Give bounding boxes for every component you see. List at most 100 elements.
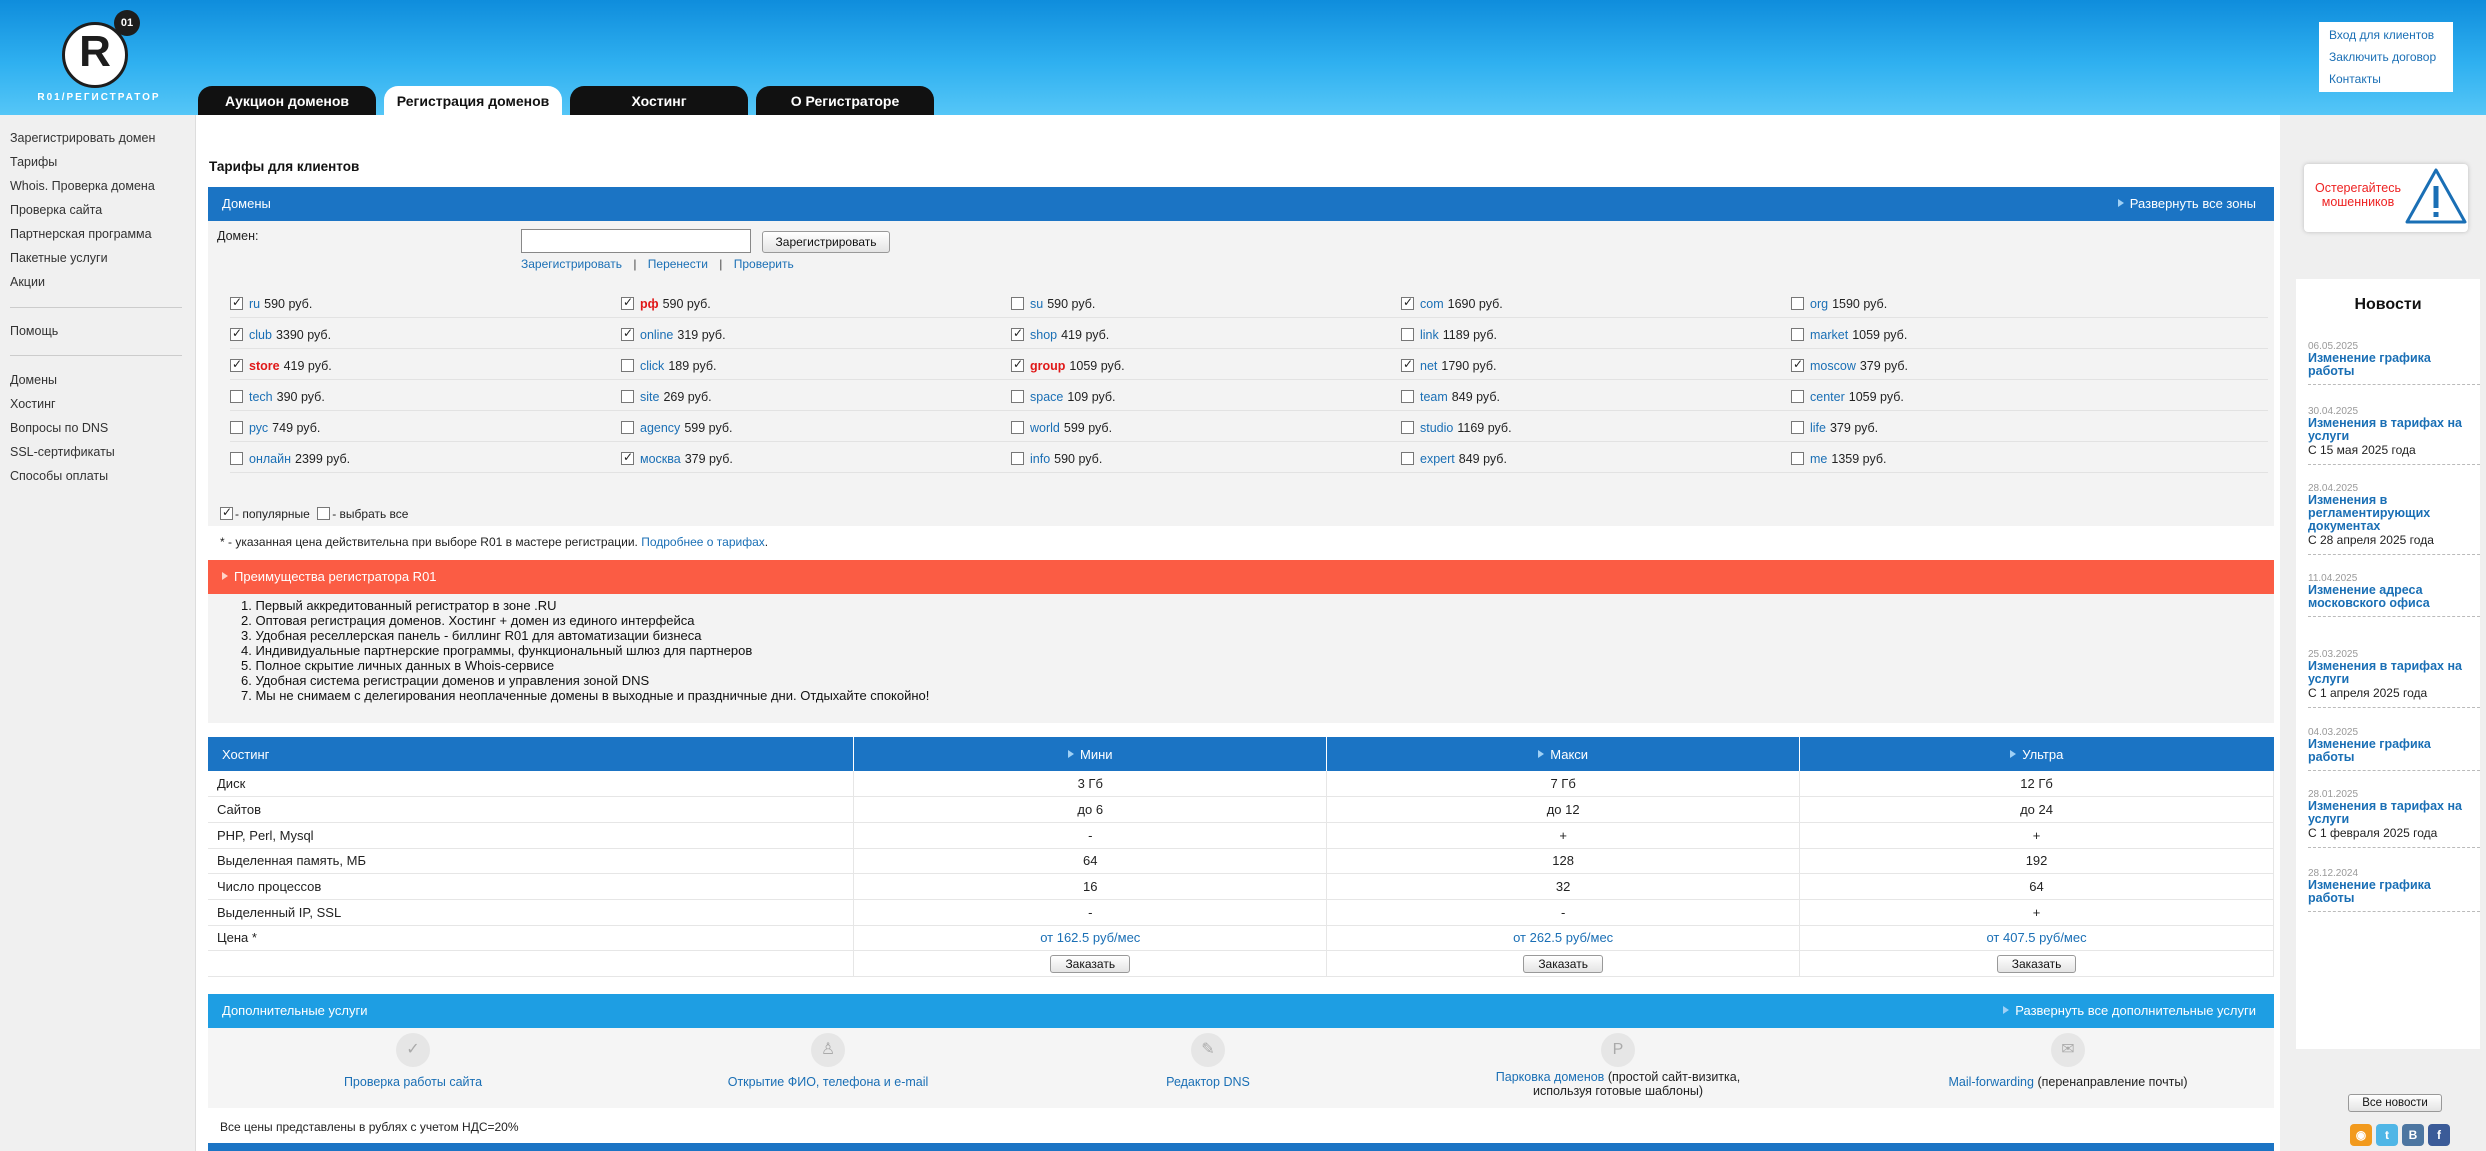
zone-checkbox[interactable] [1401,452,1414,465]
zone-checkbox[interactable] [1401,421,1414,434]
zone-option-онлайн[interactable]: онлайн 2399 руб. [230,452,350,466]
zone-checkbox[interactable] [230,326,243,341]
zone-option-ru[interactable]: ru 590 руб. [230,295,312,311]
expand-zones-link[interactable]: Развернуть все зоны [2117,196,2256,211]
sidebar-item-ssl[interactable]: SSL-сертификаты [10,445,115,459]
zone-name[interactable]: studio [1420,421,1453,435]
news-link[interactable]: Изменения в тарифах на услуги [2308,800,2480,826]
zone-checkbox[interactable] [621,295,634,310]
zone-checkbox[interactable] [230,390,243,403]
zone-checkbox[interactable] [1011,421,1024,434]
tab-about-registrar[interactable]: О Регистраторе [756,86,934,115]
register-button[interactable]: Зарегистрировать [762,231,890,253]
zone-option-center[interactable]: center 1059 руб. [1791,390,1904,404]
zone-option-рус[interactable]: рус 749 руб. [230,421,320,435]
news-link[interactable]: Изменение графика работы [2308,879,2480,905]
sidebar-item-domains[interactable]: Домены [10,373,57,387]
zone-checkbox[interactable] [621,421,634,434]
plan-mini-header[interactable]: Мини [853,737,1328,771]
order-button[interactable]: Заказать [1996,954,2077,973]
tab-domain-registration[interactable]: Регистрация доменов [384,86,562,115]
sidebar-item-register-domain[interactable]: Зарегистрировать домен [10,131,155,145]
zone-checkbox[interactable] [230,295,243,310]
contacts-link[interactable]: Контакты [2329,68,2443,90]
service-link[interactable]: Открытие ФИО, телефона и e-mail [698,1075,958,1089]
zone-option-market[interactable]: market 1059 руб. [1791,328,1907,342]
plan-maxi-header[interactable]: Макси [1326,737,1801,771]
zone-name[interactable]: online [640,328,673,342]
plan-price-link[interactable]: от 162.5 руб/мес [853,925,1328,952]
zone-option-agency[interactable]: agency 599 руб. [621,421,732,435]
zone-name[interactable]: org [1810,297,1828,311]
zone-name[interactable]: su [1030,297,1043,311]
zone-name[interactable]: market [1810,328,1848,342]
client-login-link[interactable]: Вход для клиентов [2329,24,2443,46]
zone-name[interactable]: group [1030,359,1065,373]
zone-option-me[interactable]: me 1359 руб. [1791,452,1887,466]
order-button[interactable]: Заказать [1050,954,1131,973]
zone-name[interactable]: team [1420,390,1448,404]
logo[interactable]: R 01 R01/РЕГИСТРАТОР [34,10,164,106]
sidebar-item-site-check[interactable]: Проверка сайта [10,203,102,217]
vk-icon[interactable]: B [2402,1124,2424,1146]
zone-name[interactable]: moscow [1810,359,1856,373]
zone-option-store[interactable]: store419 руб. [230,357,332,373]
zone-checkbox[interactable] [1791,390,1804,403]
sidebar-item-dns-questions[interactable]: Вопросы по DNS [10,421,108,435]
zone-checkbox[interactable] [621,390,634,403]
zone-checkbox[interactable] [1011,326,1024,341]
sidebar-item-packages[interactable]: Пакетные услуги [10,251,108,265]
zone-option-su[interactable]: su 590 руб. [1011,297,1095,311]
sign-contract-link[interactable]: Заключить договор [2329,46,2443,68]
zone-name[interactable]: click [640,359,664,373]
zone-name[interactable]: me [1810,452,1827,466]
zone-option-club[interactable]: club3390 руб. [230,326,331,342]
register-link[interactable]: Зарегистрировать [521,257,622,271]
zone-option-net[interactable]: net 1790 руб. [1401,357,1497,373]
plan-price-link[interactable]: от 407.5 руб/мес [1799,925,2274,952]
zone-option-site[interactable]: site 269 руб. [621,390,712,404]
plan-ultra-header[interactable]: Ультра [1799,737,2274,771]
zone-checkbox[interactable] [1401,295,1414,310]
zone-checkbox[interactable] [621,326,634,341]
zone-option-com[interactable]: com1690 руб. [1401,295,1503,311]
zone-checkbox[interactable] [1401,357,1414,372]
zone-checkbox[interactable] [1011,452,1024,465]
zone-option-link[interactable]: link 1189 руб. [1401,328,1497,342]
zone-name[interactable]: shop [1030,328,1057,342]
zone-name[interactable]: рус [249,421,268,435]
zone-option-org[interactable]: org 1590 руб. [1791,297,1887,311]
news-link[interactable]: Изменение графика работы [2308,738,2480,764]
tariffs-details-link[interactable]: Подробнее о тарифах [641,535,765,549]
zone-name[interactable]: com [1420,297,1444,311]
sidebar-item-whois[interactable]: Whois. Проверка домена [10,179,155,193]
zone-checkbox[interactable] [230,452,243,465]
plan-price-link[interactable]: от 262.5 руб/мес [1326,925,1801,952]
all-news-button[interactable]: Все новости [2348,1094,2442,1112]
zone-option-life[interactable]: life 379 руб. [1791,421,1878,435]
service-link[interactable]: Парковка доменов [1496,1070,1605,1084]
expand-services-link[interactable]: Развернуть все дополнительные услуги [2003,1003,2256,1018]
service-link[interactable]: Редактор DNS [1128,1075,1288,1089]
zone-name[interactable]: site [640,390,659,404]
zone-checkbox[interactable] [1791,357,1804,372]
zone-name[interactable]: ru [249,297,260,311]
zone-name[interactable]: center [1810,390,1845,404]
sidebar-item-partner-program[interactable]: Партнерская программа [10,227,152,241]
zone-name[interactable]: space [1030,390,1063,404]
zone-name[interactable]: expert [1420,452,1455,466]
service-link[interactable]: Проверка работы сайта [303,1075,523,1089]
sidebar-item-promotions[interactable]: Акции [10,275,45,289]
zone-checkbox[interactable] [1011,390,1024,403]
zone-checkbox[interactable] [1791,328,1804,341]
tab-domain-auction[interactable]: Аукцион доменов [198,86,376,115]
facebook-icon[interactable]: f [2428,1124,2450,1146]
zone-name[interactable]: tech [249,390,273,404]
zone-option-москва[interactable]: москва379 руб. [621,450,733,466]
zone-option-online[interactable]: online 319 руб. [621,326,726,342]
zone-checkbox[interactable] [1401,328,1414,341]
news-link[interactable]: Изменения в тарифах на услуги [2308,417,2480,443]
zone-name[interactable]: онлайн [249,452,291,466]
zone-option-studio[interactable]: studio 1169 руб. [1401,421,1512,435]
zone-checkbox[interactable] [1791,452,1804,465]
